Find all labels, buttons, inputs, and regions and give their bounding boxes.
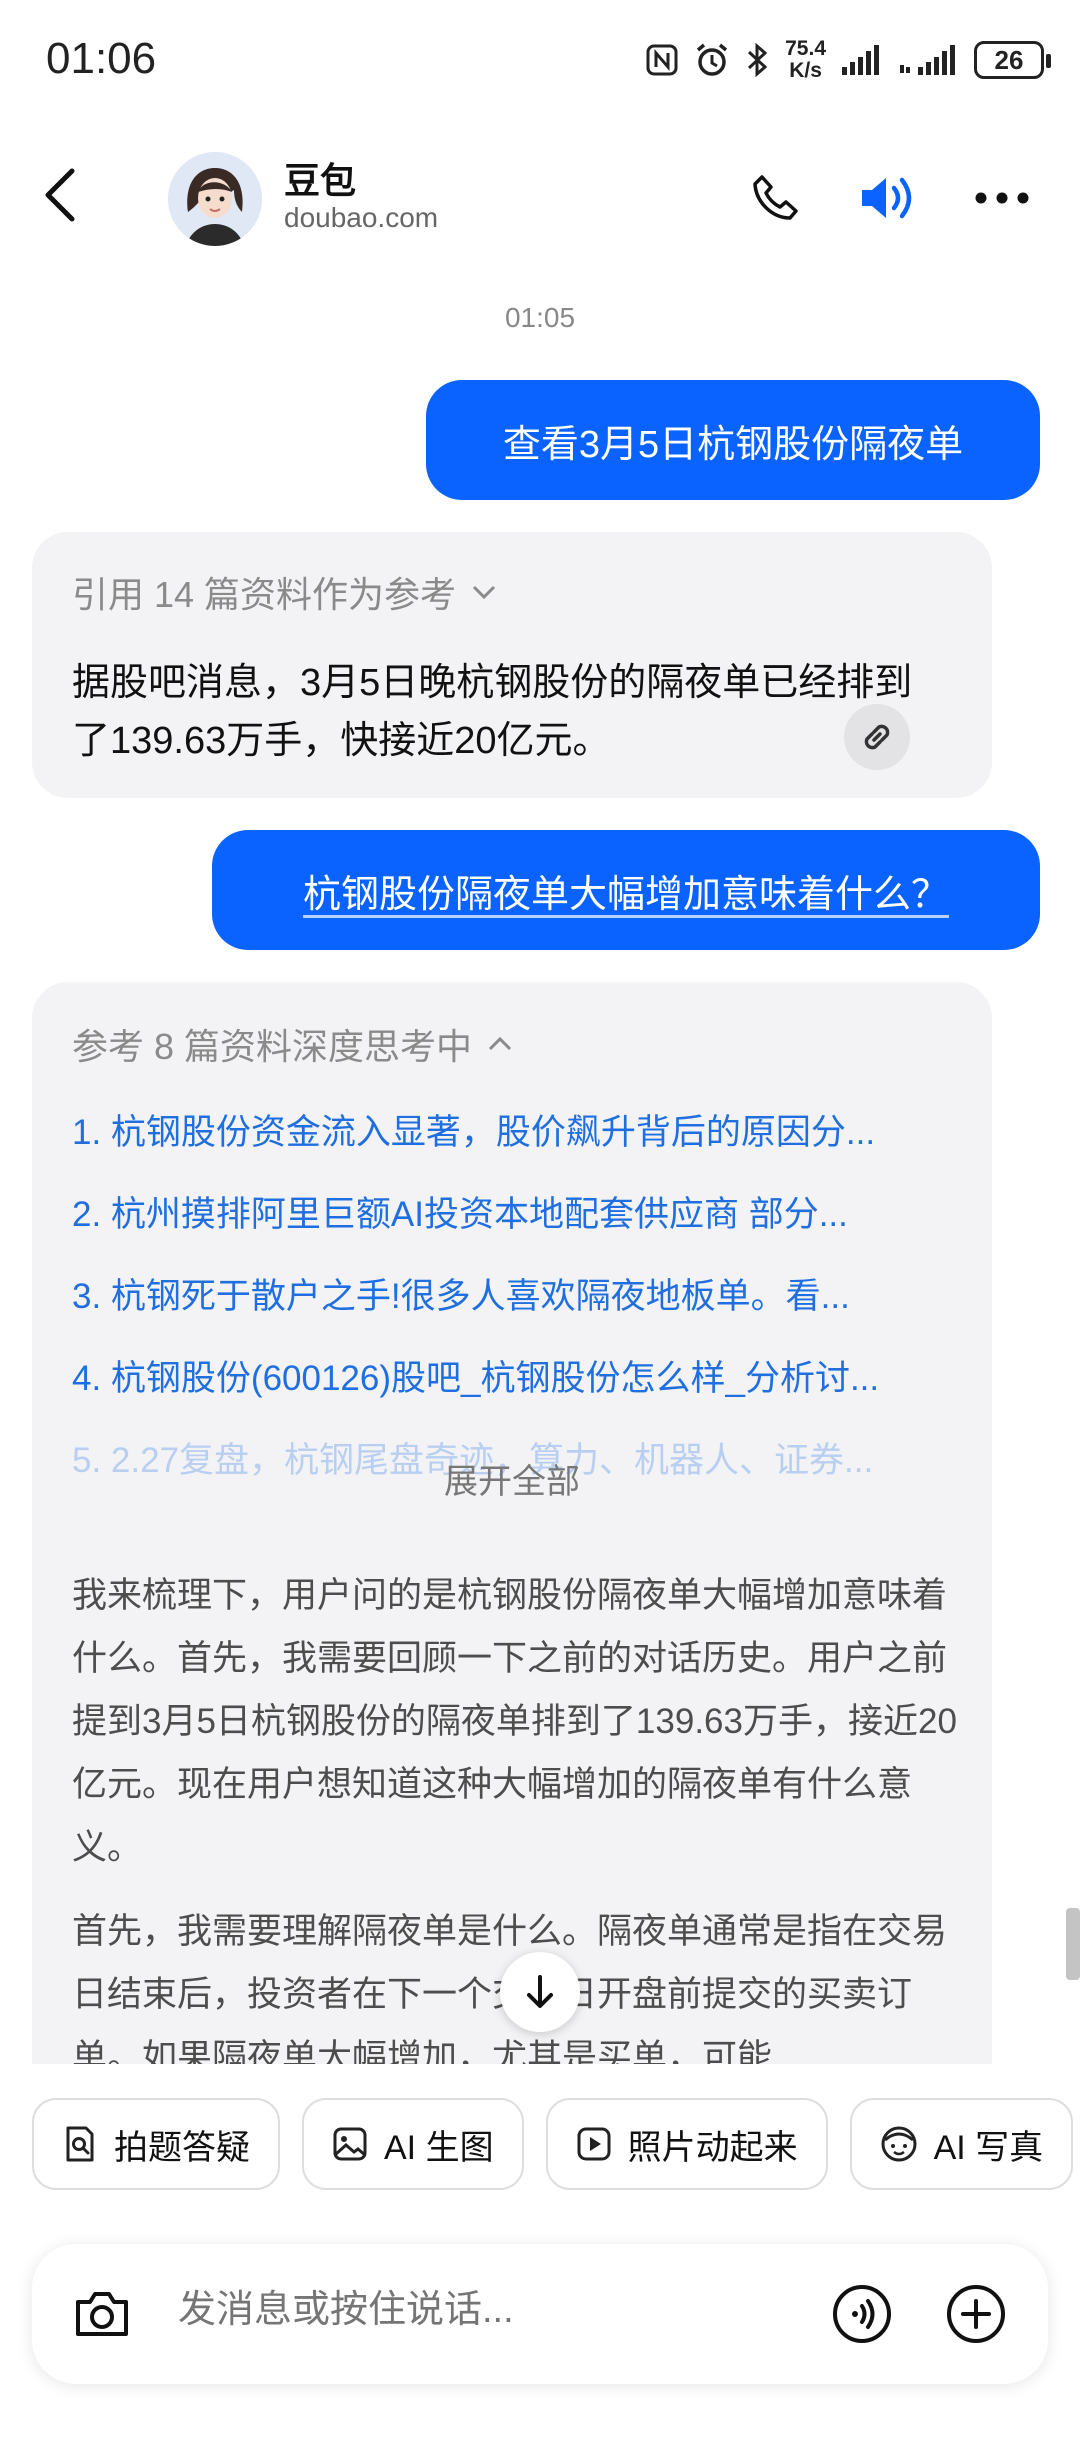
net-speed: 75.4 K/s [785, 37, 826, 82]
message-timestamp: 01:05 [504, 302, 576, 333]
status-icons: 75.4 K/s 26 [645, 34, 1051, 86]
link-icon [864, 724, 890, 750]
plus-icon [947, 2285, 1005, 2343]
user-message-2[interactable]: 杭钢股份隔夜单大幅增加意味着什么？ [212, 830, 1040, 950]
bot-message-1: 引用 14 篇资料作为参考 据股吧消息，3月5日晚杭钢股份的隔夜单已经排到了13… [32, 532, 992, 798]
message-input[interactable] [176, 2288, 740, 2333]
expand-all-button[interactable]: 展开全部 [32, 1454, 992, 1503]
call-button[interactable] [746, 168, 806, 228]
user-message-1[interactable]: 查看3月5日杭钢股份隔夜单 [426, 380, 1040, 500]
deep-thinking-label: 参考 8 篇资料深度思考中 [72, 1026, 473, 1067]
add-button[interactable] [942, 2280, 1010, 2348]
bot-message-1-text: 据股吧消息，3月5日晚杭钢股份的隔夜单已经排到了139.63万手，快接近20亿元… [72, 662, 913, 762]
camera-icon [76, 2292, 128, 2336]
reference-link[interactable]: 4. 杭钢股份(600126)股吧_杭钢股份怎么样_分析讨... [72, 1356, 972, 1438]
source-link-button[interactable] [844, 704, 910, 770]
bot-message-2: 参考 8 篇资料深度思考中 1. 杭钢股份资金流入显著，股价飙升背后的原因分..… [32, 982, 992, 2102]
chip-label: AI 生图 [384, 2128, 494, 2167]
bluetooth-icon [748, 42, 768, 78]
chip-photo-question[interactable]: 拍题答疑 [32, 2098, 280, 2190]
bot-domain: doubao.com [284, 202, 439, 233]
battery-indicator: 26 [974, 41, 1051, 79]
arrow-down-icon [527, 1975, 553, 2008]
chevron-down-icon [473, 585, 496, 600]
thinking-paragraph-1: 我来梳理下，用户问的是杭钢股份隔夜单大幅增加意味着什么。首先，我需要回顾一下之前… [72, 1576, 957, 1867]
bottom-panel: 拍题答疑 AI 生图 照片动起来 AI 写真 [0, 2064, 1080, 2440]
face-icon [881, 2126, 917, 2162]
references-label: 引用 14 篇资料作为参考 [72, 574, 457, 615]
play-icon [577, 2127, 611, 2161]
more-button[interactable] [972, 168, 1032, 228]
voice-wave-icon [833, 2285, 891, 2343]
avatar-image [168, 152, 262, 246]
reference-link[interactable]: 2. 杭州摸排阿里巨额AI投资本地配套供应商 部分... [72, 1192, 972, 1274]
scroll-to-bottom-button[interactable] [500, 1952, 580, 2032]
user-message-2-text: 杭钢股份隔夜单大幅增加意味着什么？ [302, 873, 949, 916]
message-input-bar [32, 2244, 1048, 2384]
bot-name: 豆包 [284, 160, 357, 201]
back-button[interactable] [40, 165, 80, 225]
camera-button[interactable] [68, 2280, 136, 2348]
status-time: 01:06 [46, 34, 157, 83]
user-message-1-text: 查看3月5日杭钢股份隔夜单 [502, 423, 964, 466]
phone-icon [753, 175, 798, 220]
speaker-button[interactable] [858, 168, 918, 228]
chip-label: 拍题答疑 [114, 2128, 250, 2167]
voice-call-button[interactable] [828, 2280, 896, 2348]
deep-thinking-toggle[interactable]: 参考 8 篇资料深度思考中 [72, 1018, 514, 1070]
speaker-icon [862, 177, 912, 219]
chevron-up-icon [488, 1036, 512, 1051]
chip-label: AI 写真 [933, 2128, 1044, 2167]
more-icon [975, 192, 1029, 204]
reference-link[interactable]: 3. 杭钢死于散户之手!很多人喜欢隔夜地板单。看... [72, 1274, 972, 1356]
signal-2-icon [900, 45, 955, 75]
scrollbar-thumb[interactable] [1066, 1908, 1080, 1980]
alarm-icon [697, 43, 728, 76]
chevron-left-icon [45, 168, 75, 222]
reference-link[interactable]: 1. 杭钢股份资金流入显著，股价飙升背后的原因分... [72, 1110, 972, 1192]
image-icon [333, 2127, 367, 2161]
chip-ai-portrait[interactable]: AI 写真 [849, 2098, 1074, 2190]
references-toggle[interactable]: 引用 14 篇资料作为参考 [72, 566, 498, 618]
chip-label: 照片动起来 [627, 2128, 798, 2167]
quick-actions: 拍题答疑 AI 生图 照片动起来 AI 写真 [32, 2098, 1074, 2190]
avatar[interactable] [168, 152, 262, 246]
document-search-icon [66, 2126, 94, 2162]
nfc-icon [646, 44, 678, 76]
chip-animate-photo[interactable]: 照片动起来 [545, 2098, 828, 2190]
signal-icon [842, 45, 879, 75]
chip-ai-image[interactable]: AI 生图 [302, 2098, 524, 2190]
